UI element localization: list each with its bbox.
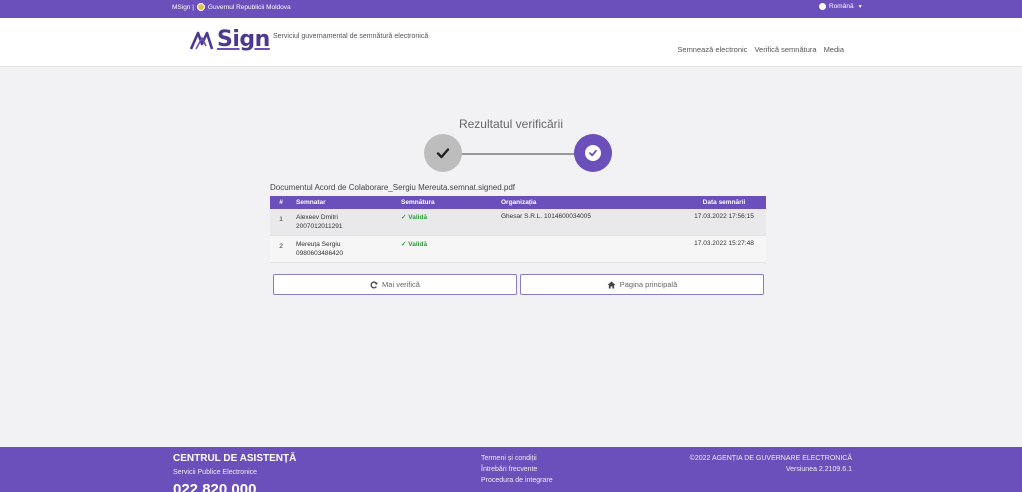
step-completed [424,134,462,172]
table-row: 2 Mereuța Sergiu 0980603486420 ✓ Validă … [270,236,766,263]
nav-sign[interactable]: Semnează electronic [677,45,747,54]
caret-down-icon: ▾ [858,4,862,10]
footer-link-terms[interactable]: Termeni și condiții [481,453,553,464]
support-title: CENTRUL DE ASISTENȚĂ [173,453,297,464]
site-footer: CENTRUL DE ASISTENȚĂ Servicii Publice El… [0,447,1022,492]
signature-status: ✓ Validă [397,240,497,248]
organization: Ghesar S.R.L. 1014600034005 [501,213,591,220]
progress-stepper [424,134,612,174]
nav-media[interactable]: Media [824,45,844,54]
document-name: Documentul Acord de Colaborare_Sergiu Me… [270,183,516,192]
msign-link[interactable]: MSign | [172,4,194,11]
home-icon [607,280,616,289]
header-subtitle: Serviciul guvernamental de semnătură ele… [273,33,429,40]
nav-verify[interactable]: Verifică semnătura [754,45,816,54]
signer-name: Mereuța Sergiu [296,241,341,248]
signing-date: 17.03.2022 17:56:15 [694,213,754,220]
header-num: # [279,199,283,206]
signing-date: 17.03.2022 15:27:48 [694,240,754,247]
home-label: Pagina principală [619,280,678,289]
language-selector[interactable]: Română ▾ [819,3,862,10]
page-title: Rezultatul verificării [458,117,564,131]
government-link[interactable]: Guvernul Republicii Moldova [208,4,291,11]
header-signature: Semnătura [401,199,435,206]
msign-logo[interactable]: Sign [190,27,270,52]
msign-logo-mark-icon [190,31,214,50]
language-label: Română [829,3,854,10]
version-text: Versiunea 2.2109.6.1 [785,466,852,473]
status-label: Validă [408,214,428,221]
check-circle-icon [585,145,601,161]
table-header: # Semnatar Semnătura Organizația Data se… [270,196,766,209]
valid-check-icon: ✓ [401,241,407,248]
home-button[interactable]: Pagina principală [520,274,764,295]
signer-idnp: 0980603486420 [296,250,343,257]
support-phone[interactable]: 022 820 000 [173,481,256,492]
stepper-line [460,153,576,155]
support-subtitle: Servicii Publice Electronice [173,469,258,476]
govbar-left: MSign | Guvernul Republicii Moldova [172,3,291,11]
footer-link-integration[interactable]: Procedura de integrare [481,475,553,486]
valid-check-icon: ✓ [401,214,407,221]
moldova-emblem-icon [196,3,205,11]
header-signer: Semnatar [296,199,326,206]
row-num: 2 [279,243,283,250]
main-nav: Semnează electronic Verifică semnătura M… [677,45,844,54]
footer-links: Termeni și condiții Întrebări frecvente … [481,453,553,486]
recheck-button[interactable]: Mai verifică [273,274,517,295]
footer-copyright: ©2022 AGENȚIA DE GUVERNARE ELECTRONICĂ V… [690,453,852,475]
table-row: 1 Alexeev Dmitri 2007012011291 ✓ Validă … [270,209,766,236]
signer-idnp: 2007012011291 [296,223,343,230]
copyright-text: ©2022 AGENȚIA DE GUVERNARE ELECTRONICĂ [689,455,852,462]
step-current [574,134,612,172]
site-header: Sign Serviciul guvernamental de semnătur… [0,18,1022,67]
refresh-icon [370,280,378,288]
checkmark-icon [436,148,450,159]
signatures-table: # Semnatar Semnătura Organizația Data se… [270,196,766,263]
footer-link-faq[interactable]: Întrebări frecvente [481,464,553,475]
globe-icon [819,3,826,10]
signer-cell: Mereuța Sergiu 0980603486420 [292,240,397,258]
signature-status: ✓ Validă [397,213,497,221]
header-organization: Organizația [501,199,537,206]
logo-text: Sign [217,27,270,52]
signer-name: Alexeev Dmitri [296,214,338,221]
signer-cell: Alexeev Dmitri 2007012011291 [292,213,397,231]
status-label: Validă [408,241,428,248]
header-date: Data semnării [702,199,746,206]
recheck-label: Mai verifică [382,280,420,289]
row-num: 1 [279,216,283,223]
government-top-bar: MSign | Guvernul Republicii Moldova Româ… [0,0,1022,18]
